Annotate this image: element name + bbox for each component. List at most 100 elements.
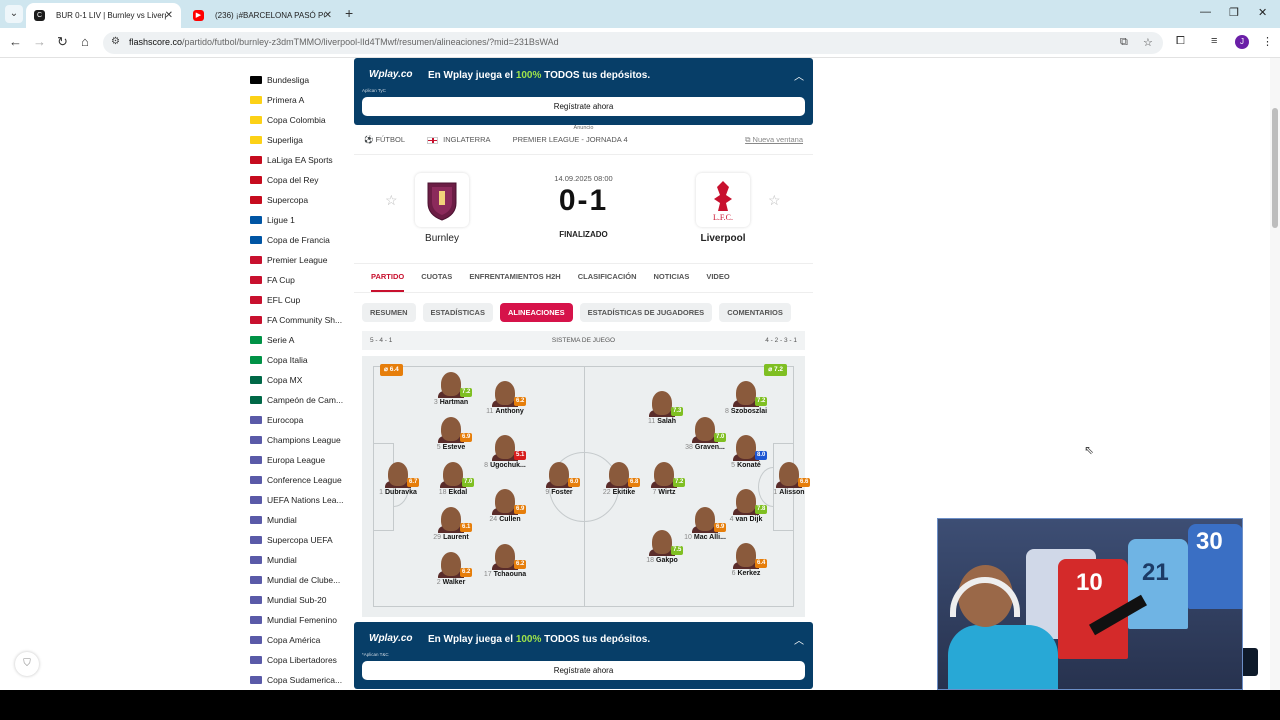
player-marker[interactable]: 7.0 18 Ekdal <box>423 462 483 502</box>
reload-icon[interactable]: ↻ <box>57 34 68 50</box>
tab-search-icon[interactable]: ⌄ <box>5 5 23 23</box>
install-app-icon[interactable]: ⧉ <box>1120 36 1128 49</box>
minimize-icon[interactable]: — <box>1200 6 1211 18</box>
reading-list-icon[interactable]: ≡ <box>1211 35 1217 47</box>
restore-icon[interactable]: ❐ <box>1229 6 1239 19</box>
back-icon[interactable]: ← <box>9 34 22 49</box>
sidebar-league-item[interactable]: Bundesliga <box>248 70 348 90</box>
tab-2[interactable]: ENFRENTAMIENTOS H2H <box>469 272 560 290</box>
sidebar-league-item[interactable]: Mundial Femenino <box>248 610 348 630</box>
player-marker[interactable]: 7.2 8 Szoboszlai <box>716 381 776 421</box>
subtab-0[interactable]: RESUMEN <box>362 303 416 322</box>
player-marker[interactable]: 6.2 11 Anthony <box>475 381 535 421</box>
page-scrollbar[interactable] <box>1270 58 1280 690</box>
tab-5[interactable]: VIDEO <box>706 272 729 290</box>
scroll-thumb[interactable] <box>1272 108 1278 228</box>
sidebar-league-item[interactable]: FA Community Sh... <box>248 310 348 330</box>
chevron-up-icon[interactable]: ︿ <box>794 632 804 647</box>
league-flag-icon <box>250 676 262 684</box>
tab-youtube[interactable]: ▶ (236) ¡#BARCELONA PASÓ POR ✕ <box>185 3 340 28</box>
sidebar-league-item[interactable]: Copa MX <box>248 370 348 390</box>
player-marker[interactable]: 6.7 1 Dubravka <box>368 462 428 502</box>
player-marker[interactable]: 6.0 9 Foster <box>529 462 589 502</box>
favorite-away-star-icon[interactable]: ☆ <box>768 192 781 209</box>
player-number: 1 <box>379 489 383 496</box>
sidebar-league-item[interactable]: Supercopa <box>248 190 348 210</box>
player-marker[interactable]: 6.1 29 Laurent <box>421 507 481 547</box>
subtab-4[interactable]: COMENTARIOS <box>719 303 791 322</box>
sidebar-league-item[interactable]: Copa Libertadores <box>248 650 348 670</box>
player-marker[interactable]: 5.1 8 Ugochuk... <box>475 435 535 475</box>
subtab-1[interactable]: ESTADÍSTICAS <box>422 303 493 322</box>
league-name: LaLiga EA Sports <box>267 155 333 165</box>
league-name: Primera A <box>267 95 305 105</box>
site-info-icon[interactable]: ⚙ <box>111 36 120 47</box>
player-marker[interactable]: 6.9 5 Esteve <box>421 417 481 457</box>
sidebar-league-item[interactable]: Copa América <box>248 630 348 650</box>
sidebar-league-item[interactable]: Primera A <box>248 90 348 110</box>
address-bar[interactable]: ⚙ flashscore.co/partido/futbol/burnley-z… <box>103 32 1163 54</box>
bookmark-star-icon[interactable]: ☆ <box>1143 36 1153 49</box>
forward-icon[interactable]: → <box>33 34 46 49</box>
new-tab-icon[interactable]: + <box>345 5 353 21</box>
sidebar-league-item[interactable]: Campeón de Cam... <box>248 390 348 410</box>
register-button[interactable]: Regístrate ahora <box>362 97 805 116</box>
sidebar-league-item[interactable]: Mundial <box>248 510 348 530</box>
liverpool-crest[interactable]: L.F.C. <box>696 173 750 227</box>
sidebar-league-item[interactable]: Copa Italia <box>248 350 348 370</box>
home-icon[interactable]: ⌂ <box>81 34 89 49</box>
close-tab-icon[interactable]: ✕ <box>324 3 332 28</box>
player-marker[interactable]: 6.4 6 Kerkez <box>716 543 776 583</box>
sidebar-league-item[interactable]: Copa de Francia <box>248 230 348 250</box>
privacy-shield-icon[interactable]: ⛉ <box>15 652 39 676</box>
sidebar-league-item[interactable]: EFL Cup <box>248 290 348 310</box>
ad-banner-top[interactable]: Wplay.co En Wplay juega el 100% TODOS tu… <box>354 58 813 125</box>
tab-4[interactable]: NOTICIAS <box>653 272 689 290</box>
breadcrumb-competition[interactable]: PREMIER LEAGUE - JORNADA 4 <box>513 135 628 144</box>
sidebar-league-item[interactable]: Superliga <box>248 130 348 150</box>
subtab-2[interactable]: ALINEACIONES <box>499 303 573 322</box>
sidebar-league-item[interactable]: Mundial <box>248 550 348 570</box>
subtab-3[interactable]: ESTADÍSTICAS DE JUGADORES <box>579 303 713 322</box>
close-window-icon[interactable]: ✕ <box>1258 6 1267 19</box>
sidebar-league-item[interactable]: Europa League <box>248 450 348 470</box>
sidebar-league-item[interactable]: FA Cup <box>248 270 348 290</box>
sidebar-league-item[interactable]: UEFA Nations Lea... <box>248 490 348 510</box>
player-name: 6 Kerkez <box>731 570 761 577</box>
sidebar-league-item[interactable]: Conference League <box>248 470 348 490</box>
tab-1[interactable]: CUOTAS <box>421 272 452 290</box>
sidebar-league-item[interactable]: Mundial de Clube... <box>248 570 348 590</box>
breadcrumb-country[interactable]: INGLATERRA <box>427 135 500 144</box>
tab-0[interactable]: PARTIDO <box>371 272 405 292</box>
player-marker[interactable]: 7.2 7 Wirtz <box>634 462 694 502</box>
profile-avatar[interactable]: J <box>1235 35 1249 49</box>
tab-flashscore[interactable]: C BUR 0-1 LIV | Burnley vs Liverpool ✕ <box>26 3 181 28</box>
chevron-up-icon[interactable]: ︿ <box>794 68 804 83</box>
ad-banner-bottom[interactable]: Wplay.co En Wplay juega el 100% TODOS tu… <box>354 622 813 689</box>
player-marker[interactable]: 7.5 18 Gakpo <box>632 530 692 570</box>
sidebar-league-item[interactable]: Premier League <box>248 250 348 270</box>
sidebar-league-item[interactable]: Supercopa UEFA <box>248 530 348 550</box>
player-photo <box>736 489 756 513</box>
sidebar-league-item[interactable]: Copa Colombia <box>248 110 348 130</box>
extensions-icon[interactable]: ⧠ <box>1176 35 1185 48</box>
more-menu-icon[interactable]: ⋮ <box>1262 35 1273 48</box>
sidebar-league-item[interactable]: Copa del Rey <box>248 170 348 190</box>
sidebar-league-item[interactable]: Eurocopa <box>248 410 348 430</box>
sidebar-league-item[interactable]: LaLiga EA Sports <box>248 150 348 170</box>
sidebar-league-item[interactable]: Ligue 1 <box>248 210 348 230</box>
breadcrumb-sport[interactable]: ⚽ FÚTBOL <box>364 135 415 144</box>
player-marker[interactable]: 6.9 24 Cullen <box>475 489 535 529</box>
player-marker[interactable]: 7.2 3 Hartman <box>421 372 481 412</box>
sidebar-league-item[interactable]: Champions League <box>248 430 348 450</box>
register-button[interactable]: Regístrate ahora <box>362 661 805 680</box>
sidebar-league-item[interactable]: Serie A <box>248 330 348 350</box>
away-team-name[interactable]: Liverpool <box>663 233 783 244</box>
new-window-link[interactable]: ⧉ Nueva ventana <box>745 135 803 145</box>
close-tab-icon[interactable]: ✕ <box>165 3 173 28</box>
jersey-number: 10 <box>1076 569 1103 596</box>
sidebar-league-item[interactable]: Mundial Sub-20 <box>248 590 348 610</box>
player-marker[interactable]: 6.2 17 Tchaouna <box>475 544 535 584</box>
tab-3[interactable]: CLASIFICACIÓN <box>578 272 637 290</box>
sidebar-league-item[interactable]: Copa Sudamerica... <box>248 670 348 690</box>
